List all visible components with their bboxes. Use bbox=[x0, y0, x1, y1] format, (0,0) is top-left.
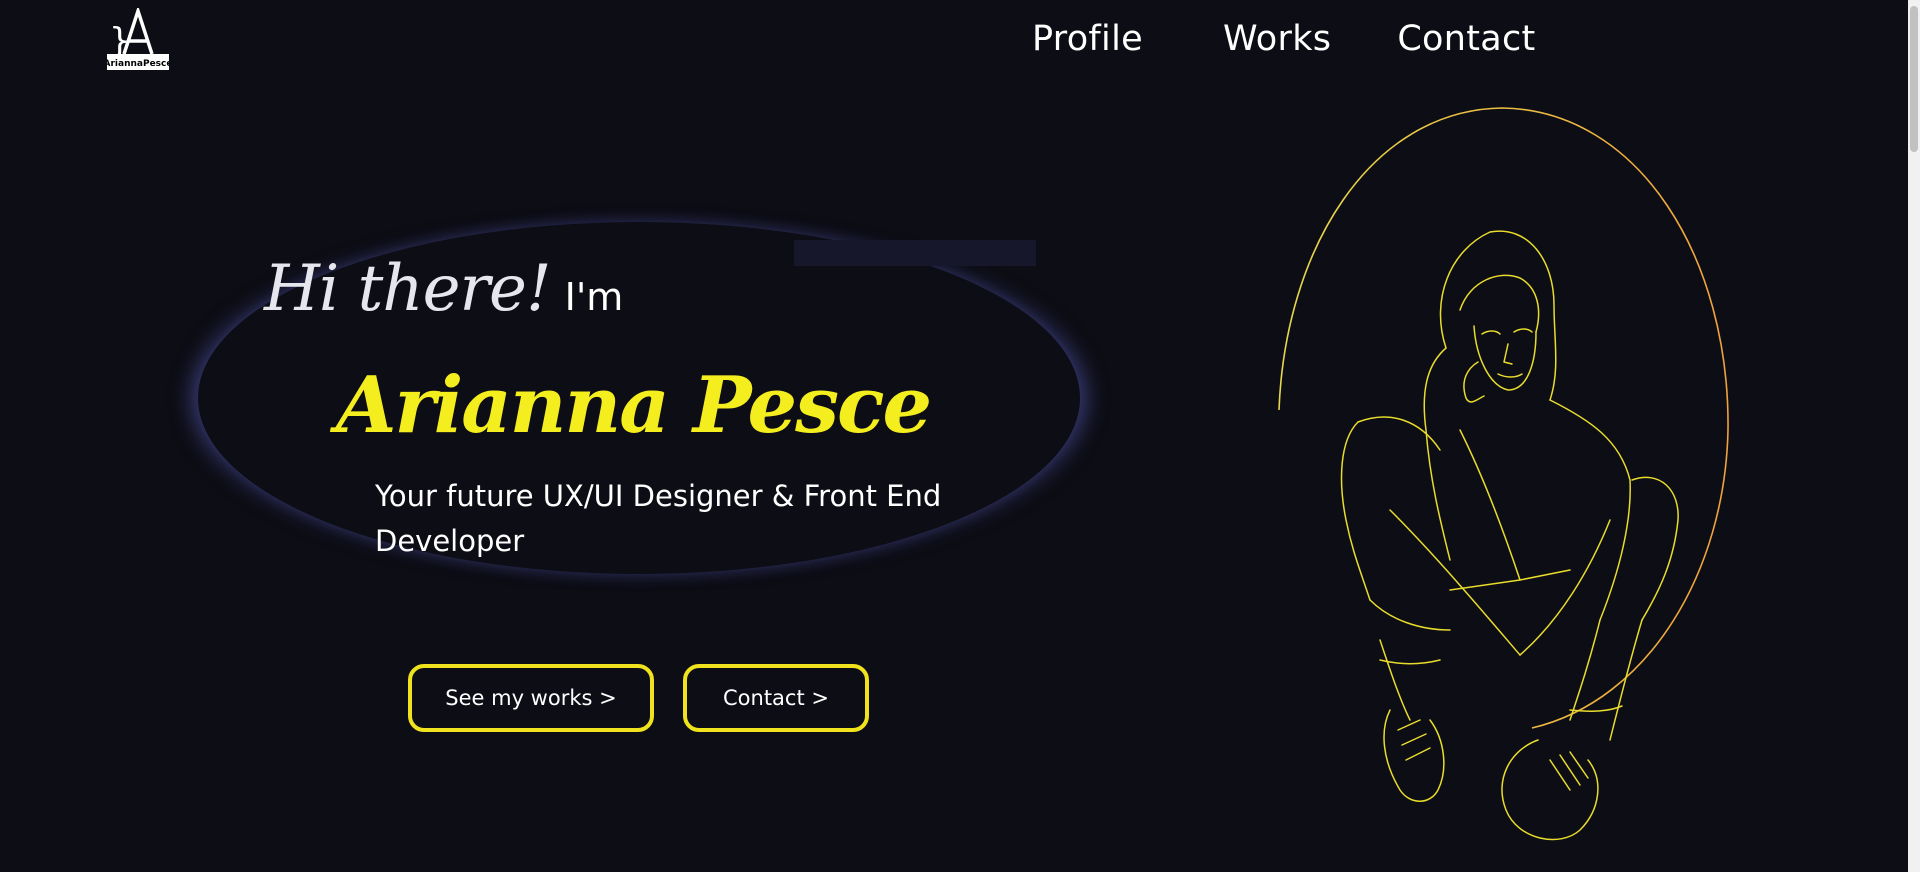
hero-name: Arianna Pesce bbox=[336, 360, 932, 451]
contact-button[interactable]: Contact > bbox=[683, 664, 869, 732]
hero-greeting: Hi there! I'm bbox=[264, 252, 623, 326]
greeting-text: Hi there! bbox=[264, 252, 552, 326]
nav-profile[interactable]: Profile bbox=[1032, 18, 1143, 60]
page-scrollbar[interactable] bbox=[1908, 0, 1920, 872]
greeting-suffix: I'm bbox=[564, 275, 624, 319]
logo-text: AriannaPesce bbox=[107, 59, 169, 69]
line-art-illustration bbox=[1270, 100, 1740, 872]
site-logo[interactable]: } AriannaPesce bbox=[107, 8, 169, 70]
woman-line-art bbox=[1340, 230, 1679, 841]
ghost-tooltip bbox=[794, 240, 1036, 266]
nav-works[interactable]: Works bbox=[1223, 18, 1331, 60]
hero-tagline: Your future UX/UI Designer & Front End D… bbox=[375, 479, 942, 558]
nav-contact[interactable]: Contact bbox=[1397, 18, 1535, 60]
main-nav: Profile Works Contact bbox=[1010, 18, 1536, 60]
see-works-button[interactable]: See my works > bbox=[408, 664, 654, 732]
scrollbar-thumb[interactable] bbox=[1910, 6, 1918, 152]
